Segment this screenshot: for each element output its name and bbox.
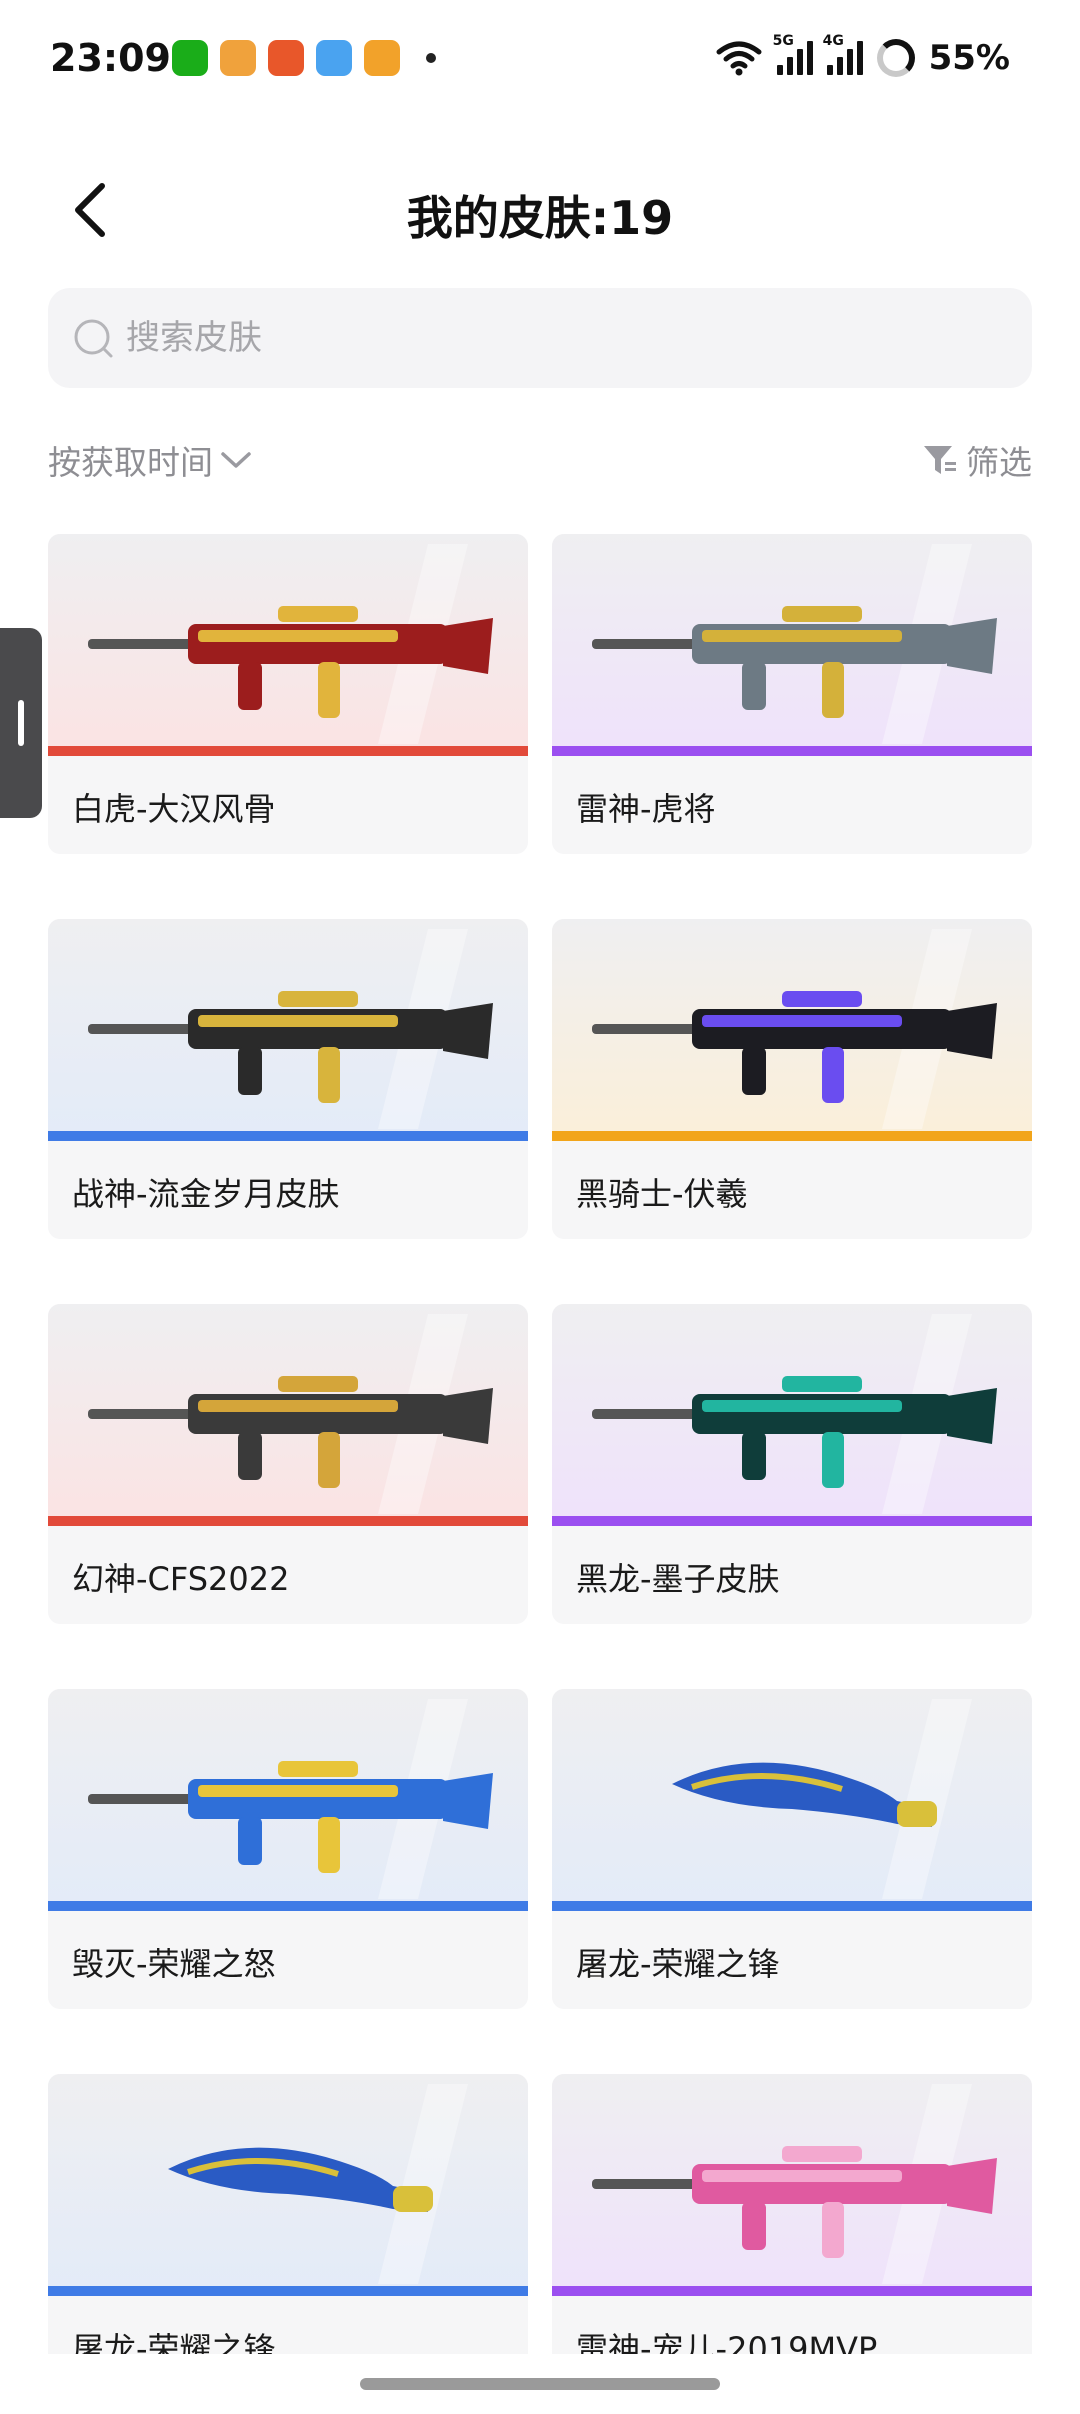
rarity-stripe [48, 1131, 528, 1141]
filter-button[interactable]: 筛选 [922, 436, 1032, 484]
skin-image [48, 2074, 528, 2294]
search-bar[interactable] [48, 288, 1032, 388]
skin-image [552, 534, 1032, 754]
rarity-stripe [48, 746, 528, 756]
skin-image [552, 1689, 1032, 1909]
rarity-stripe [552, 1131, 1032, 1141]
game-icon [220, 40, 256, 76]
skin-card[interactable]: 幻神-CFS2022 [48, 1304, 528, 1624]
rarity-stripe [552, 2286, 1032, 2296]
battery-percent: 55% [928, 38, 1010, 78]
rarity-stripe [552, 746, 1032, 756]
skin-image [48, 534, 528, 754]
chevron-down-icon [221, 452, 251, 468]
page-title: 我的皮肤:19 [406, 191, 674, 245]
skin-image [48, 919, 528, 1139]
skin-name: 战神-流金岁月皮肤 [72, 1175, 340, 1213]
skin-image [552, 2074, 1032, 2294]
skin-card[interactable]: 毁灭-荣耀之怒 [48, 1689, 528, 2009]
skin-card[interactable]: 白虎-大汉风骨 [48, 534, 528, 854]
skin-name: 雷神-虎将 [576, 790, 716, 828]
wechat-icon [172, 40, 208, 76]
sort-label: 按获取时间 [48, 443, 213, 482]
skin-name: 黑骑士-伏羲 [576, 1175, 748, 1213]
skin-card[interactable]: 雷神-宠儿-2019MVP [552, 2074, 1032, 2354]
filter-label: 筛选 [966, 443, 1032, 482]
skin-card[interactable]: 黑骑士-伏羲 [552, 919, 1032, 1239]
rarity-stripe [48, 1901, 528, 1911]
signal-5g-label: 5G [772, 33, 794, 49]
skin-image [48, 1304, 528, 1524]
search-icon [74, 319, 113, 358]
rarity-stripe [552, 1516, 1032, 1526]
weather-icon [316, 40, 352, 76]
video-icon [364, 40, 400, 76]
rarity-stripe [552, 1901, 1032, 1911]
sort-dropdown[interactable]: 按获取时间 [48, 436, 253, 484]
notification-icons [172, 40, 436, 76]
home-indicator[interactable] [360, 2378, 720, 2390]
rarity-stripe [48, 1516, 528, 1526]
search-input[interactable] [126, 318, 926, 358]
app-header: 我的皮肤:19 [0, 160, 1080, 260]
skin-name: 幻神-CFS2022 [72, 1560, 290, 1598]
more-notifications-icon [426, 53, 436, 63]
skin-image [48, 1689, 528, 1909]
filter-row: 按获取时间 筛选 [48, 436, 1032, 492]
status-bar: 23:09 5G 4G 55% [0, 0, 1080, 130]
skin-name: 屠龙-荣耀之锋 [72, 2330, 276, 2354]
signal-4g-label: 4G [822, 33, 844, 49]
skin-card[interactable]: 屠龙-荣耀之锋 [552, 1689, 1032, 2009]
battery-icon [876, 39, 915, 77]
skin-name: 黑龙-墨子皮肤 [576, 1560, 780, 1598]
skin-name: 雷神-宠儿-2019MVP [576, 2330, 878, 2354]
skin-card[interactable]: 雷神-虎将 [552, 534, 1032, 854]
filter-icon [924, 446, 956, 474]
skin-card[interactable]: 战神-流金岁月皮肤 [48, 919, 528, 1239]
skin-name: 白虎-大汉风骨 [72, 790, 276, 828]
skin-name: 屠龙-荣耀之锋 [576, 1945, 780, 1983]
signal-4g-icon: 4G [823, 33, 863, 75]
skin-name: 毁灭-荣耀之怒 [72, 1945, 276, 1983]
skin-grid: 白虎-大汉风骨 雷神-虎将战神-流金岁月皮肤 黑骑士-伏羲幻神-CFS2022 黑龙-… [48, 534, 1032, 2354]
side-drawer-handle[interactable] [0, 628, 42, 818]
skin-image [552, 919, 1032, 1139]
game2-icon [268, 40, 304, 76]
skin-image [552, 1304, 1032, 1524]
signal-5g-icon: 5G [773, 33, 813, 75]
wifi-icon [716, 41, 762, 76]
status-time: 23:09 [50, 36, 171, 80]
rarity-stripe [48, 2286, 528, 2296]
skin-card[interactable]: 黑龙-墨子皮肤 [552, 1304, 1032, 1624]
skin-card[interactable]: 屠龙-荣耀之锋 [48, 2074, 528, 2354]
